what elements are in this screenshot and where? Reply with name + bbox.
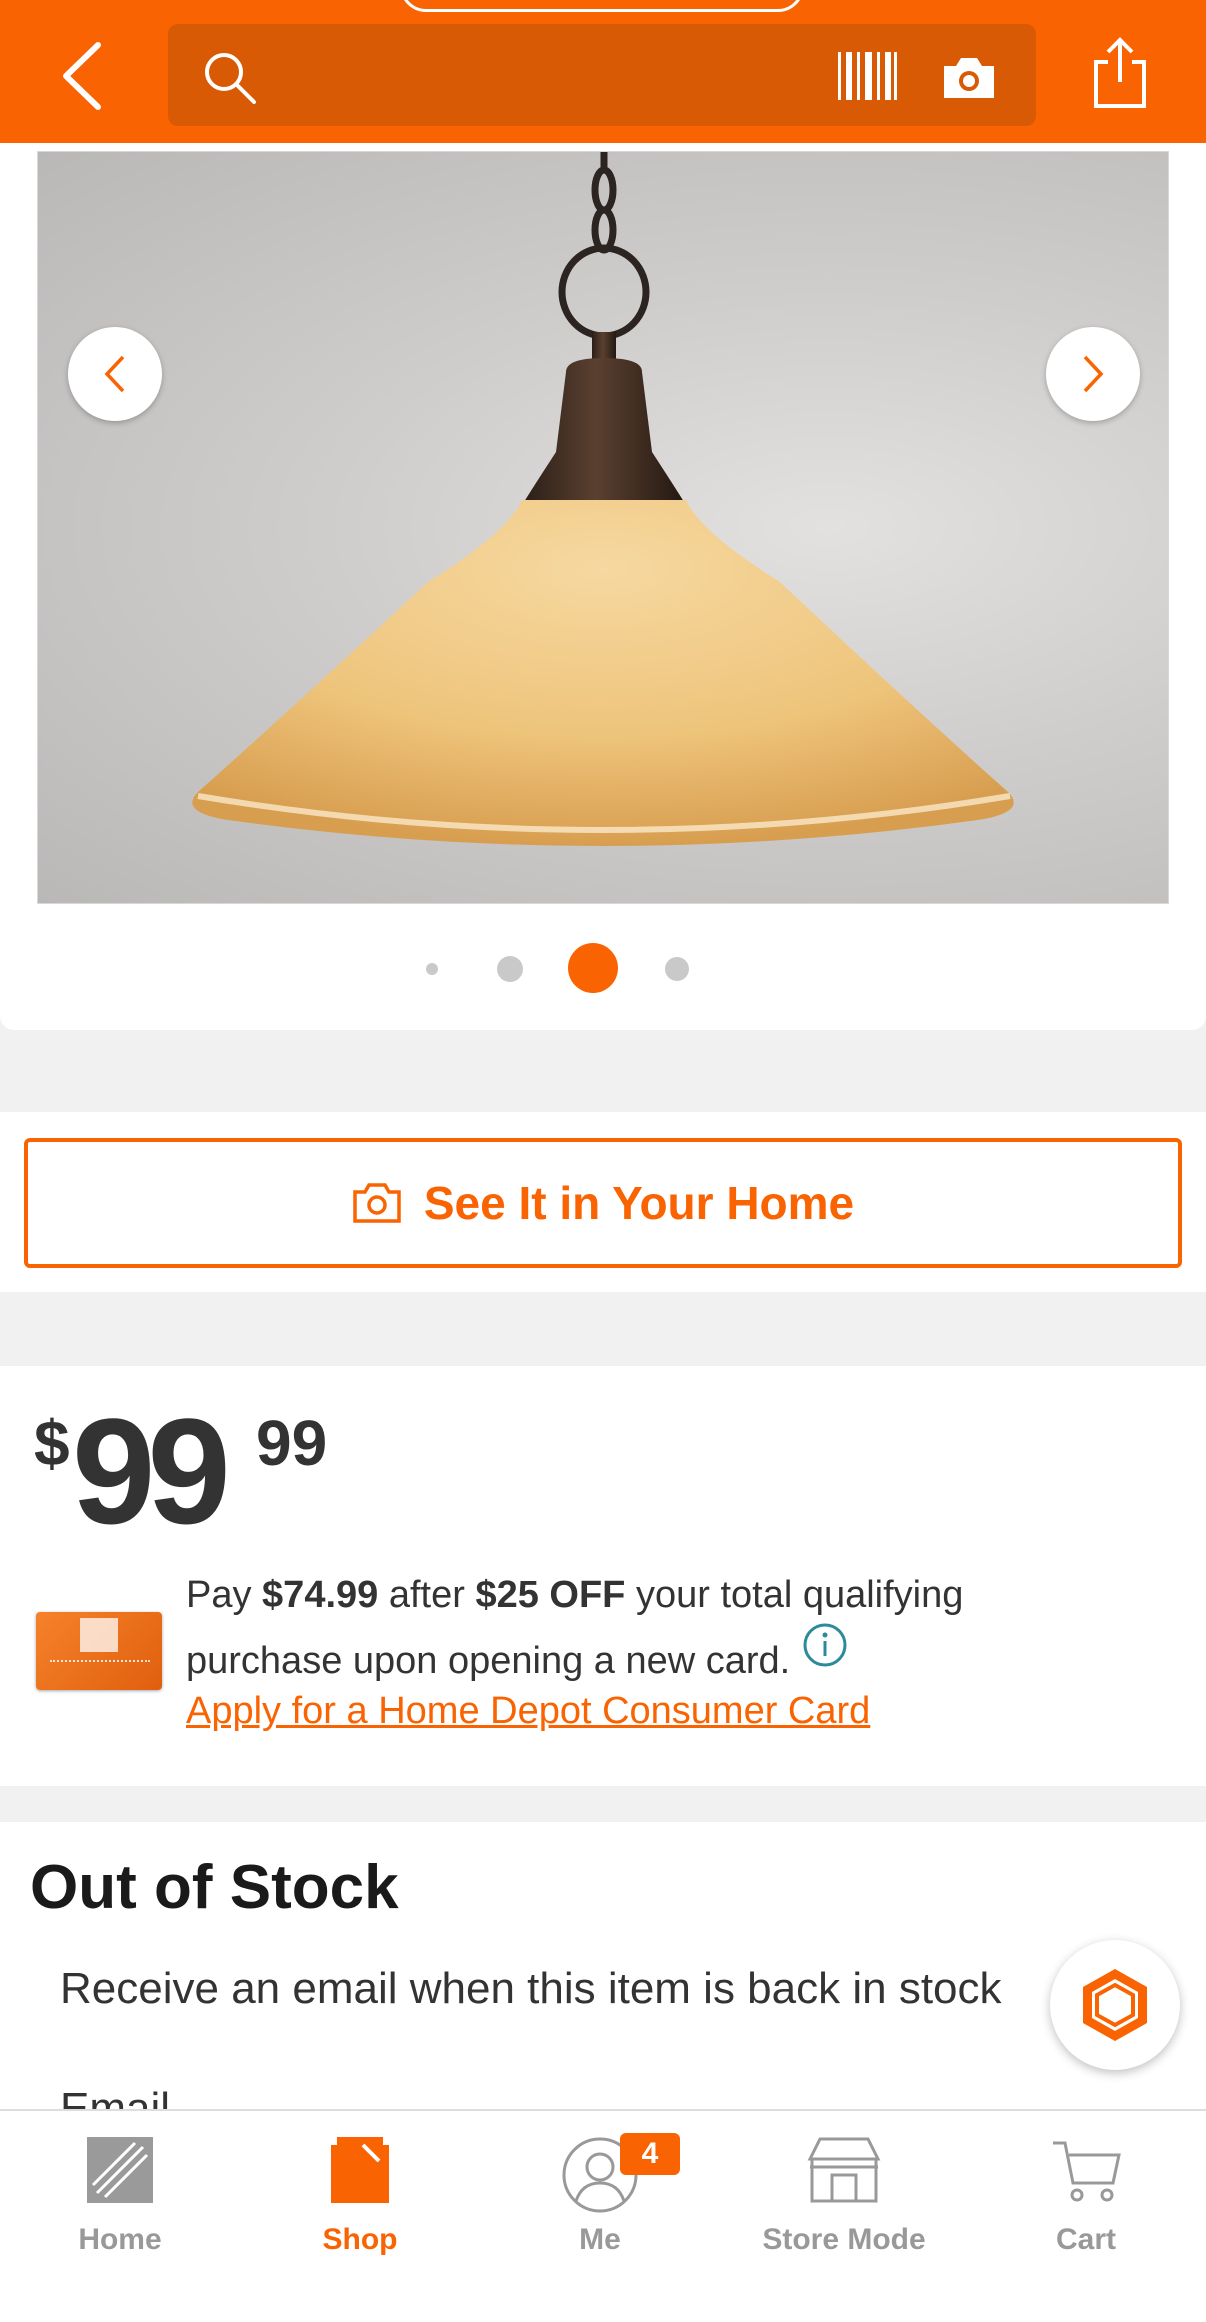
tab-home[interactable]: Home	[0, 2111, 240, 2289]
store-icon	[807, 2137, 881, 2203]
apply-card-link[interactable]: Apply for a Home Depot Consumer Card	[186, 1690, 870, 1733]
tab-label: Shop	[322, 2223, 398, 2256]
promo-text-pay: Pay	[186, 1574, 252, 1616]
see-it-in-your-home-label: See It in Your Home	[423, 1177, 855, 1229]
tab-me[interactable]: 4 Me	[480, 2111, 720, 2289]
barcode-icon[interactable]	[836, 50, 898, 107]
see-it-in-your-home-button[interactable]: See It in Your Home	[24, 1138, 1182, 1268]
ar-section: See It in Your Home	[0, 1112, 1206, 1292]
notification-badge: 4	[620, 2133, 680, 2175]
tab-label: Me	[579, 2223, 621, 2256]
price-currency: $	[34, 1407, 70, 1479]
chevron-right-icon	[1083, 355, 1104, 393]
tab-label: Home	[78, 2223, 162, 2256]
share-button[interactable]	[1090, 36, 1150, 115]
search-input[interactable]	[168, 24, 1036, 126]
tab-shop[interactable]: Shop	[240, 2111, 480, 2289]
gallery-pagination	[0, 943, 1206, 993]
stock-title: Out of Stock	[30, 1853, 399, 1922]
product-gallery	[0, 143, 1206, 1030]
chevron-left-icon	[104, 355, 125, 393]
tab-cart[interactable]: Cart	[966, 2111, 1206, 2289]
pagination-dot[interactable]	[665, 957, 689, 981]
bottom-tab-bar: Home Shop 4 Me Store Mode Cart	[0, 2109, 1206, 2287]
assistant-hexagon-icon	[1083, 1969, 1147, 2041]
card-promo-text: Pay $74.99 after $25 OFF your total qual…	[186, 1562, 1086, 1694]
chat-assistant-button[interactable]	[1050, 1940, 1180, 2070]
cart-icon	[1053, 2141, 1121, 2202]
gallery-next-button[interactable]	[1046, 327, 1140, 421]
promo-sale-price: $74.99	[262, 1574, 379, 1616]
gallery-prev-button[interactable]	[68, 327, 162, 421]
shop-icon	[331, 2137, 389, 2203]
back-button[interactable]	[52, 36, 112, 116]
chevron-left-icon	[63, 42, 101, 110]
price-cents: 99	[256, 1407, 328, 1479]
status-pill	[400, 0, 804, 12]
product-image[interactable]	[37, 151, 1169, 904]
share-icon	[1094, 37, 1146, 108]
stock-message: Receive an email when this item is back …	[60, 1964, 1002, 2013]
price-dollars: 99	[72, 1387, 231, 1555]
price-section: $ 99 99 Pay $74.99 after $25 OFF your to…	[0, 1366, 1206, 1786]
camera-icon	[353, 1183, 401, 1223]
tab-store-mode[interactable]: Store Mode	[724, 2111, 964, 2289]
pagination-dot[interactable]	[497, 956, 523, 982]
home-depot-logo-icon	[80, 1618, 118, 1652]
pagination-dot[interactable]	[426, 963, 438, 975]
info-icon[interactable]	[802, 1622, 848, 1689]
camera-icon[interactable]	[940, 54, 998, 105]
top-bar	[0, 0, 1206, 143]
tab-label: Cart	[1055, 2223, 1116, 2256]
promo-discount: $25 OFF	[475, 1574, 626, 1616]
home-depot-logo-icon	[87, 2137, 153, 2203]
pagination-dot-active[interactable]	[568, 943, 618, 993]
tab-label: Store Mode	[762, 2223, 926, 2256]
promo-text-after: after	[388, 1574, 465, 1616]
search-icon	[202, 50, 258, 111]
credit-card-image	[36, 1612, 162, 1690]
